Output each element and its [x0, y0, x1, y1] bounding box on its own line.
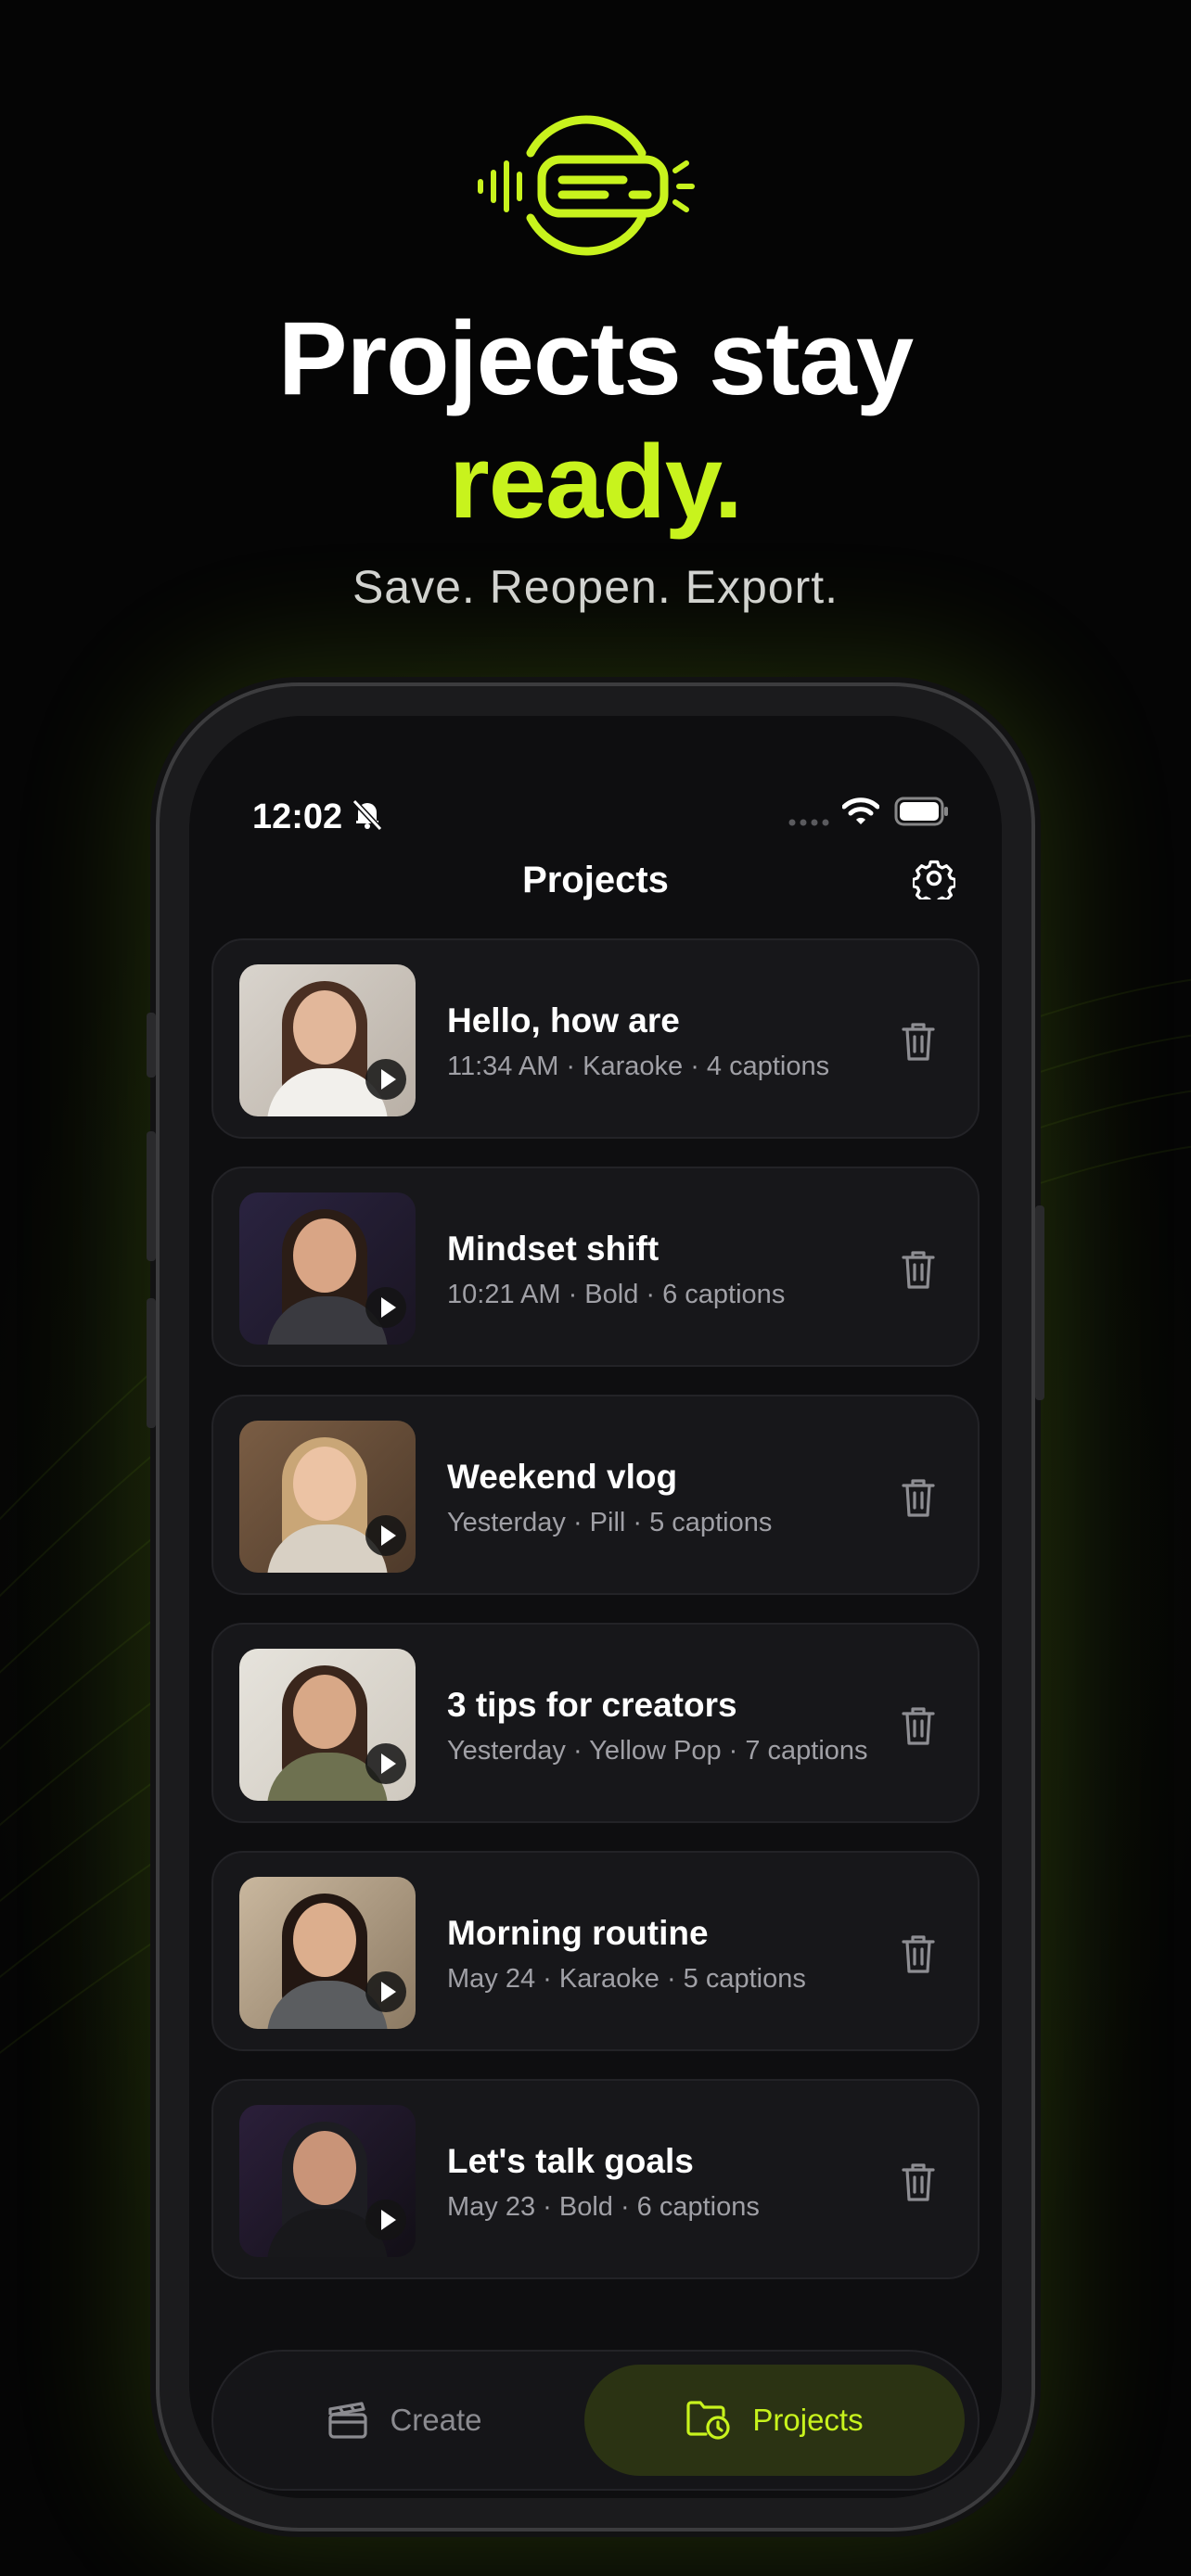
project-meta: May 24 · Karaoke · 5 captions	[447, 1964, 806, 1994]
signal-dots-icon	[788, 819, 829, 826]
project-meta: Yesterday · Pill · 5 captions	[447, 1508, 773, 1537]
trash-icon[interactable]	[900, 1020, 937, 1063]
play-icon[interactable]	[365, 2200, 406, 2240]
project-thumbnail	[239, 2105, 416, 2257]
project-card[interactable]: Mindset shift 10:21 AM · Bold · 6 captio…	[211, 1167, 980, 1367]
trash-icon[interactable]	[900, 1476, 937, 1519]
project-card[interactable]: Hello, how are 11:34 AM · Karaoke · 4 ca…	[211, 938, 980, 1139]
play-icon[interactable]	[365, 1743, 406, 1784]
project-card[interactable]: 3 tips for creators Yesterday · Yellow P…	[211, 1623, 980, 1823]
tab-projects-label: Projects	[752, 2403, 864, 2437]
volume-down-button	[147, 1298, 156, 1428]
project-card[interactable]: Let's talk goals May 23 · Bold · 6 capti…	[211, 2079, 980, 2279]
project-thumbnail	[239, 964, 416, 1116]
project-title: Let's talk goals	[447, 2142, 694, 2180]
tab-projects[interactable]: Projects	[584, 2365, 965, 2476]
project-meta: 11:34 AM · Karaoke · 4 captions	[447, 1052, 830, 1081]
status-bar: 12:02	[189, 716, 1002, 836]
project-meta: Yesterday · Yellow Pop · 7 captions	[447, 1736, 868, 1766]
folder-clock-icon	[686, 2401, 730, 2440]
project-thumbnail	[239, 1421, 416, 1573]
tab-bar: Create Projects	[211, 2350, 980, 2491]
project-title: Hello, how are	[447, 1001, 680, 1039]
page-title: Projects	[522, 860, 669, 900]
gear-icon[interactable]	[913, 857, 955, 899]
trash-icon[interactable]	[900, 1248, 937, 1291]
wifi-icon	[842, 797, 879, 824]
status-time: 12:02	[252, 797, 343, 836]
volume-up-button	[147, 1131, 156, 1261]
project-card[interactable]: Morning routine May 24 · Karaoke · 5 cap…	[211, 1851, 980, 2051]
play-icon[interactable]	[365, 1059, 406, 1100]
trash-icon[interactable]	[900, 1932, 937, 1975]
project-thumbnail	[239, 1192, 416, 1345]
side-button	[1035, 1205, 1044, 1400]
trash-icon[interactable]	[900, 1704, 937, 1747]
play-icon[interactable]	[365, 1287, 406, 1328]
project-meta: 10:21 AM · Bold · 6 captions	[447, 1280, 786, 1309]
headline-line-2: ready.	[449, 424, 743, 540]
project-title: 3 tips for creators	[447, 1686, 737, 1724]
clapperboard-icon	[328, 2402, 368, 2439]
action-button	[147, 1013, 156, 1078]
project-thumbnail	[239, 1649, 416, 1801]
play-icon[interactable]	[365, 1515, 406, 1556]
project-meta: May 23 · Bold · 6 captions	[447, 2192, 760, 2222]
tab-create-label: Create	[390, 2403, 482, 2437]
tab-create[interactable]: Create	[226, 2365, 583, 2476]
project-title: Mindset shift	[447, 1230, 660, 1268]
phone-mockup: 12:02 Projects Hello, how are 11:34 AM ·…	[147, 686, 1044, 2528]
app-screen: 12:02 Projects Hello, how are 11:34 AM ·…	[189, 716, 1002, 2498]
headline-line-1: Projects stay	[277, 300, 914, 416]
caption-waveform-logo-icon	[478, 115, 695, 256]
trash-icon[interactable]	[900, 2161, 937, 2203]
project-card[interactable]: Weekend vlog Yesterday · Pill · 5 captio…	[211, 1395, 980, 1595]
play-icon[interactable]	[365, 1971, 406, 2012]
project-title: Weekend vlog	[447, 1458, 678, 1496]
battery-icon	[894, 797, 948, 826]
project-thumbnail	[239, 1877, 416, 2029]
project-title: Morning routine	[447, 1914, 709, 1952]
subtitle: Save. Reopen. Export.	[352, 561, 839, 613]
bell-slash-icon	[352, 798, 383, 832]
